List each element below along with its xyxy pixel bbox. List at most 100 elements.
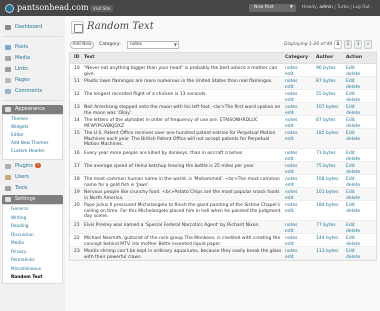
menu-pages[interactable]: Pages [2,76,63,85]
table-row: 19 Nervous people like crunchy food. <br>… [70,188,376,201]
site-name[interactable]: pantsonhead.com [17,3,89,12]
submenu-discussion[interactable]: Discussion [11,233,34,238]
random-text-table: ID Text Category Author Action 10 "Never … [69,52,377,261]
row-action-links[interactable]: Edit delete [346,164,360,175]
appearance-icon [5,107,11,112]
row-text: Every year more people are killed by don… [84,151,244,156]
column-header-action[interactable]: Action [346,55,362,60]
visit-site-button[interactable]: Visit Site [90,5,114,12]
row-category-link[interactable]: notes edit [285,92,297,103]
row-category-link[interactable]: notes edit [285,236,297,247]
menu-comments[interactable]: Comments [2,87,63,96]
row-author-link[interactable]: 75 bytes [316,164,336,170]
row-author-link[interactable]: 113 bytes [316,249,338,255]
row-category-link[interactable]: notes edit [285,79,297,90]
submenu-media[interactable]: Media [11,241,24,246]
submenu-general[interactable]: General [11,207,28,212]
submenu-add-new-themes[interactable]: Add New Themes [11,141,48,146]
row-author-link[interactable]: 77 bytes [316,223,336,229]
wordpress-logo-icon[interactable] [5,4,14,13]
menu-separator [3,100,63,101]
submenu-editor[interactable]: Editor [11,133,24,138]
row-author-link[interactable]: 101 bytes [316,190,338,196]
row-action-links[interactable]: Edit delete [346,177,360,188]
row-action-links[interactable]: Edit delete [346,66,360,77]
row-author-link[interactable]: 96 bytes [316,66,336,72]
submenu-reading[interactable]: Reading [11,224,28,229]
row-action-links[interactable]: Edit delete [346,151,360,162]
page-3-button[interactable]: 3 [354,40,362,49]
row-category-link[interactable]: notes edit [285,131,297,142]
row-author-link[interactable]: 55 bytes [316,92,336,98]
row-author-link[interactable]: 87 bytes [316,118,336,124]
row-category-link[interactable]: notes edit [285,223,297,234]
links-icon [5,67,11,72]
category-select[interactable]: notes ▼ [127,41,179,49]
row-category-link[interactable]: notes edit [285,164,297,175]
submenu-themes[interactable]: Themes [11,117,28,122]
row-text: "Never eat anything bigger than your hea… [84,66,278,77]
menu-posts[interactable]: Posts [2,43,63,52]
submenu-privacy[interactable]: Privacy [11,250,27,255]
menu-plugins[interactable]: Plugins 1 [2,162,63,171]
menu-comments-label: Comments [15,88,43,94]
row-action-links[interactable]: Edit delete [346,223,360,234]
row-action-links[interactable]: Edit delete [346,236,360,247]
column-header-author[interactable]: Author [316,55,333,60]
row-category-link[interactable]: notes edit [285,190,297,201]
submenu-miscellaneous[interactable]: Miscellaneous [11,267,41,272]
row-id: 18 [74,177,80,182]
menu-media[interactable]: Media [2,54,63,63]
menu-appearance[interactable]: Appearance [2,105,63,114]
row-author-link[interactable]: 184 bytes [316,203,338,209]
row-author-link[interactable]: 71 bytes [316,151,336,157]
submenu-widgets[interactable]: Widgets [11,125,28,130]
row-author-link[interactable]: 87 bytes [316,79,336,85]
row-category-link[interactable]: notes edit [285,105,297,116]
row-text: The most common human name in the world,… [84,177,280,188]
row-category-link[interactable]: notes edit [285,151,297,162]
row-category-link[interactable]: notes edit [285,66,297,77]
add-new-button[interactable]: Add New [70,41,94,49]
menu-settings[interactable]: Settings [2,195,63,204]
row-author-link[interactable]: 108 bytes [316,177,338,183]
row-author-link[interactable]: 144 bytes [316,236,338,242]
menu-links[interactable]: Links [2,65,63,74]
menu-dashboard[interactable]: Dashboard [2,23,63,32]
menu-media-label: Media [15,55,31,61]
chevron-down-icon[interactable]: ▼ [290,4,293,12]
menu-users[interactable]: Users [2,173,63,182]
menu-posts-label: Posts [15,44,29,50]
row-action-links[interactable]: Edit delete [346,249,360,260]
page-2-button[interactable]: 2 [344,40,352,49]
row-text: Michael Nesmith, guitarist of the rock g… [84,236,281,247]
submenu-writing[interactable]: Writing [11,216,26,221]
row-action-links[interactable]: Edit delete [346,79,360,90]
row-action-links[interactable]: Edit delete [346,118,360,129]
next-page-button[interactable]: » [364,40,372,49]
row-category-link[interactable]: notes edit [285,177,297,188]
new-post-dropdown[interactable]: New Post ▼ [249,4,296,12]
page-1-button[interactable]: 1 [334,40,342,49]
user-link[interactable]: admin [319,5,332,10]
row-action-links[interactable]: Edit delete [346,131,360,142]
column-header-category[interactable]: Category [285,55,308,60]
row-action-links[interactable]: Edit delete [346,105,360,116]
row-category-link[interactable]: notes edit [285,118,297,129]
row-author-link[interactable]: 185 bytes [316,131,338,137]
table-row: 21 Elvis Presley was named a 'Special Fed… [70,221,376,234]
menu-tools[interactable]: Tools [2,184,63,193]
row-id: 21 [74,223,80,228]
row-author-link[interactable]: 107 bytes [316,105,338,111]
row-category-link[interactable]: notes edit [285,249,297,260]
submenu-permalinks[interactable]: Permalinks [11,258,34,263]
column-header-text[interactable]: Text [84,55,95,60]
row-action-links[interactable]: Edit delete [346,190,360,201]
submenu-random-text[interactable]: Random Text [11,275,42,280]
column-header-id[interactable]: ID [74,55,79,60]
submenu-custom-header[interactable]: Custom Header [11,149,44,154]
header-links[interactable]: | Turbo | Log Out [333,5,370,10]
row-action-links[interactable]: Edit delete [346,203,360,214]
row-action-links[interactable]: Edit delete [346,92,360,103]
row-category-link[interactable]: notes edit [285,203,297,214]
